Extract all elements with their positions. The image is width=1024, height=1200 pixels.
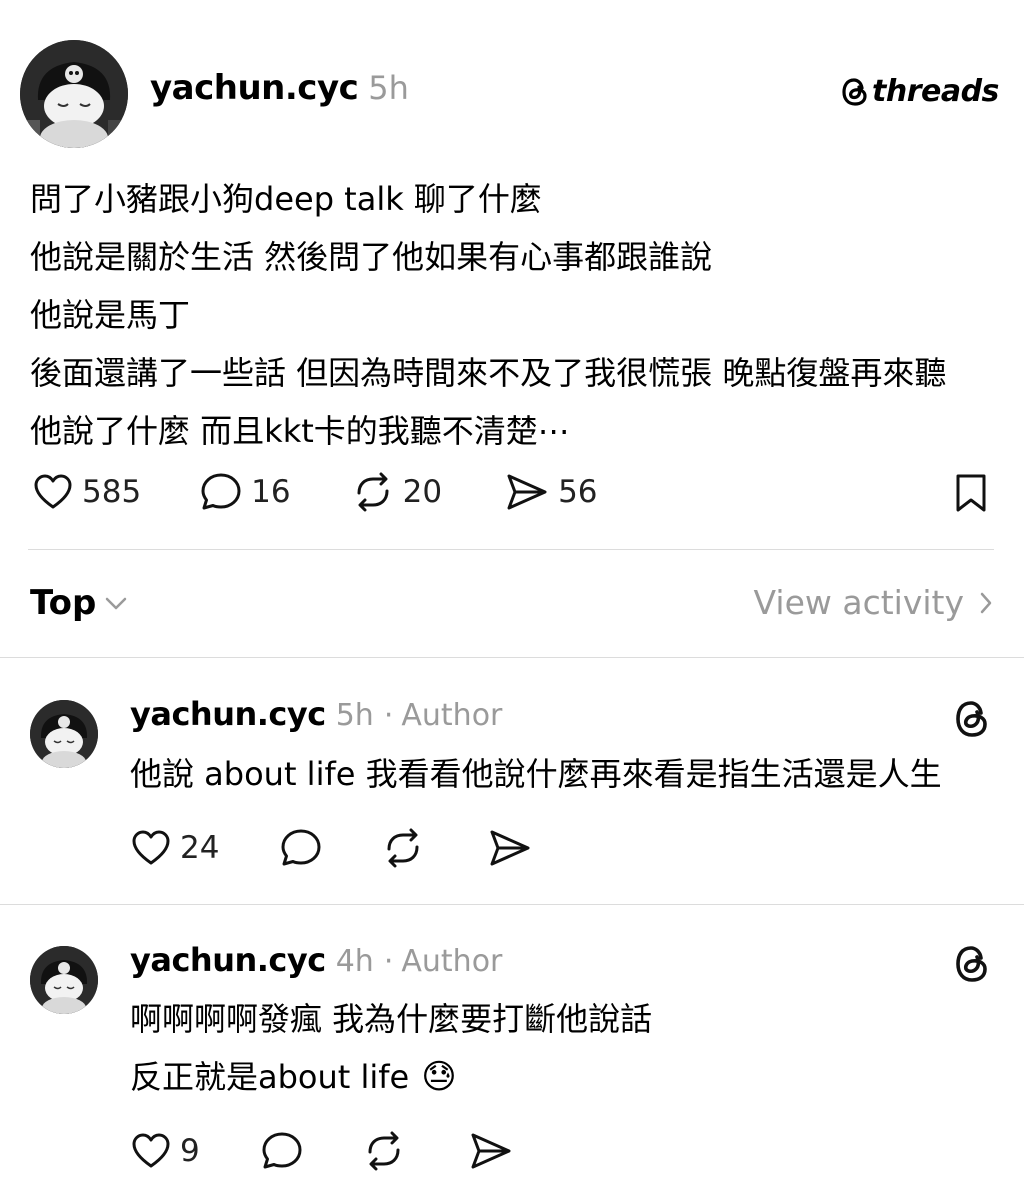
- share-count: 56: [558, 474, 598, 510]
- comment-bubble-icon: [260, 1130, 304, 1172]
- share-button[interactable]: 56: [504, 471, 598, 513]
- view-activity-link[interactable]: View activity: [754, 583, 994, 622]
- reply-actions: 9: [130, 1130, 514, 1172]
- bookmark-icon: [952, 472, 990, 514]
- reply-body: 啊啊啊啊發瘋 我為什麼要打斷他說話 反正就是about life 😓: [130, 990, 1010, 1106]
- sort-dropdown[interactable]: Top: [30, 583, 128, 623]
- threads-brand[interactable]: threads: [840, 74, 999, 109]
- chevron-down-icon: [104, 593, 128, 613]
- like-count: 585: [82, 474, 142, 510]
- reply-header: yachun.cyc 4h · Author: [130, 941, 502, 979]
- heart-icon: [32, 471, 74, 513]
- like-count: 9: [180, 1133, 200, 1169]
- post-actions: 585 16 20 56: [32, 471, 598, 513]
- post-line: 後面還講了一些話 但因為時間來不及了我很慌張 晚點復盤再來聽: [30, 354, 947, 392]
- send-icon: [487, 827, 533, 869]
- repost-button[interactable]: 20: [351, 471, 442, 513]
- like-button[interactable]: 24: [130, 827, 219, 869]
- comment-button[interactable]: [279, 827, 323, 869]
- post-time: 5h: [368, 69, 409, 107]
- share-button[interactable]: [468, 1130, 514, 1172]
- sweat-emoji: 😓: [421, 1057, 457, 1097]
- post-header: yachun.cyc 5h: [150, 68, 409, 108]
- repost-icon: [381, 827, 425, 869]
- reply-line: 他說 about life 我看看他說什麼再來看是指生活還是人生: [130, 755, 942, 793]
- author-badge: Author: [401, 698, 503, 733]
- like-button[interactable]: 585: [32, 471, 141, 513]
- reply-time: 5h: [335, 698, 374, 733]
- post-line: 他說是關於生活 然後問了他如果有心事都跟誰說: [30, 238, 713, 276]
- repost-button[interactable]: [362, 1130, 406, 1172]
- comment-count: 16: [251, 474, 291, 510]
- sort-label: Top: [30, 583, 97, 623]
- comment-bubble-icon: [199, 471, 243, 513]
- comment-button[interactable]: [260, 1130, 304, 1172]
- chevron-right-icon: [978, 590, 994, 616]
- repost-icon: [351, 471, 395, 513]
- repost-count: 20: [402, 474, 443, 510]
- like-count: 24: [180, 830, 220, 866]
- reply-username[interactable]: yachun.cyc: [130, 695, 326, 733]
- reply-line: 反正就是about life: [130, 1058, 410, 1096]
- heart-icon: [130, 1130, 172, 1172]
- reply-username[interactable]: yachun.cyc: [130, 941, 326, 979]
- post-line: 他說了什麼 而且kkt卡的我聽不清楚⋯: [30, 412, 570, 450]
- reply-line: 啊啊啊啊發瘋 我為什麼要打斷他說話: [130, 1000, 653, 1038]
- divider: [28, 549, 994, 550]
- heart-icon: [130, 827, 172, 869]
- avatar[interactable]: [20, 40, 128, 148]
- reply-body: 他說 about life 我看看他說什麼再來看是指生活還是人生: [130, 745, 1010, 803]
- avatar[interactable]: [30, 946, 98, 1014]
- author-badge: Author: [401, 944, 503, 979]
- separator-dot: ·: [383, 698, 394, 733]
- post-body: 問了小豬跟小狗deep talk 聊了什麼 他說是關於生活 然後問了他如果有心事…: [30, 170, 1005, 460]
- share-button[interactable]: [487, 827, 533, 869]
- avatar[interactable]: [30, 700, 98, 768]
- divider: [0, 904, 1024, 905]
- send-icon: [468, 1130, 514, 1172]
- repost-button[interactable]: [381, 827, 425, 869]
- repost-icon: [362, 1130, 406, 1172]
- comment-button[interactable]: 16: [199, 471, 291, 513]
- threads-logo-icon: [840, 76, 870, 108]
- reply-header: yachun.cyc 5h · Author: [130, 695, 502, 733]
- view-activity-label: View activity: [753, 583, 964, 622]
- post-line: 他說是馬丁: [30, 296, 191, 334]
- post-line: 問了小豬跟小狗deep talk 聊了什麼: [30, 180, 542, 218]
- reply-time: 4h: [335, 944, 374, 979]
- reply-actions: 24: [130, 827, 533, 869]
- reply-line-row: 反正就是about life 😓: [130, 1048, 1010, 1106]
- save-button[interactable]: [952, 472, 990, 514]
- comment-bubble-icon: [279, 827, 323, 869]
- threads-wordmark: threads: [872, 74, 999, 109]
- separator-dot: ·: [383, 944, 394, 979]
- post-username[interactable]: yachun.cyc: [150, 68, 359, 108]
- like-button[interactable]: 9: [130, 1130, 200, 1172]
- send-icon: [504, 471, 550, 513]
- divider: [0, 657, 1024, 658]
- threads-logo-icon[interactable]: [952, 943, 992, 985]
- threads-logo-icon[interactable]: [952, 698, 992, 740]
